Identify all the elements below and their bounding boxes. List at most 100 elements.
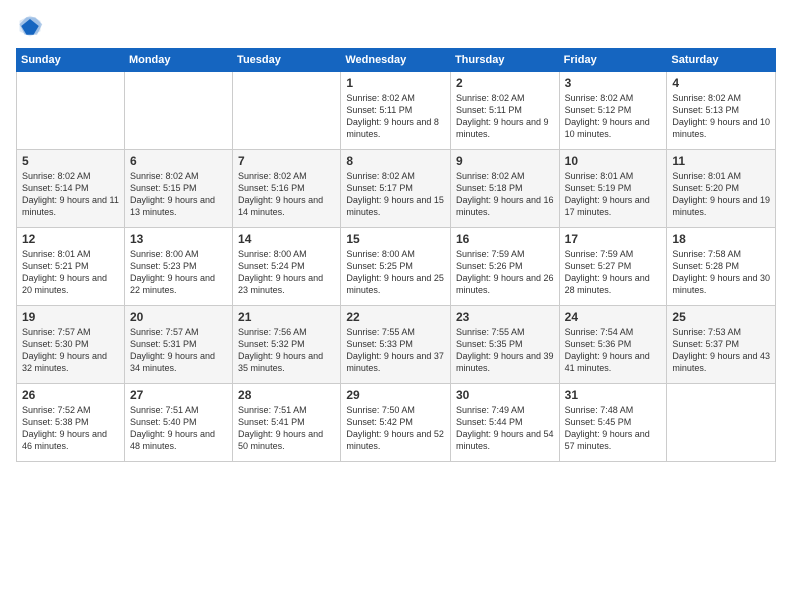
calendar-cell: 26Sunrise: 7:52 AM Sunset: 5:38 PM Dayli… <box>17 384 125 462</box>
day-content: Sunrise: 7:51 AM Sunset: 5:40 PM Dayligh… <box>130 404 227 453</box>
day-content: Sunrise: 8:02 AM Sunset: 5:12 PM Dayligh… <box>565 92 662 141</box>
week-row-3: 12 Sunrise: 8:01 AM Sunset: 5:21 PM Dayli… <box>17 228 776 306</box>
day-number: 20 <box>130 310 227 324</box>
day-number: 28 <box>238 388 335 402</box>
day-content: Sunrise: 7:49 AM Sunset: 5:44 PM Dayligh… <box>456 404 554 453</box>
day-number: 31 <box>565 388 662 402</box>
calendar-cell: 11Sunrise: 8:01 AM Sunset: 5:20 PM Dayli… <box>667 150 776 228</box>
day-number: 9 <box>456 154 554 168</box>
day-content: Sunrise: 8:00 AM Sunset: 5:24 PM Dayligh… <box>238 248 335 297</box>
calendar-cell: 31 Sunrise: 7:48 AM Sunset: 5:45 PM Dayli… <box>559 384 667 462</box>
day-content: Sunrise: 7:55 AM Sunset: 5:33 PM Dayligh… <box>346 326 445 375</box>
day-content: Sunrise: 8:02 AM Sunset: 5:17 PM Dayligh… <box>346 170 445 219</box>
day-number: 12 <box>22 232 119 246</box>
day-content: Sunrise: 7:57 AM Sunset: 5:31 PM Dayligh… <box>130 326 227 375</box>
calendar-cell: 5 Sunrise: 8:02 AM Sunset: 5:14 PM Daylig… <box>17 150 125 228</box>
week-row-5: 26Sunrise: 7:52 AM Sunset: 5:38 PM Dayli… <box>17 384 776 462</box>
day-content: Sunrise: 7:59 AM Sunset: 5:26 PM Dayligh… <box>456 248 554 297</box>
day-number: 15 <box>346 232 445 246</box>
calendar-cell: 20 Sunrise: 7:57 AM Sunset: 5:31 PM Dayli… <box>124 306 232 384</box>
calendar-cell: 7Sunrise: 8:02 AM Sunset: 5:16 PM Daylig… <box>233 150 341 228</box>
day-content: Sunrise: 7:56 AM Sunset: 5:32 PM Dayligh… <box>238 326 335 375</box>
day-content: Sunrise: 7:48 AM Sunset: 5:45 PM Dayligh… <box>565 404 662 453</box>
calendar-cell: 13 Sunrise: 8:00 AM Sunset: 5:23 PM Dayli… <box>124 228 232 306</box>
day-number: 10 <box>565 154 662 168</box>
day-number: 17 <box>565 232 662 246</box>
day-number: 26 <box>22 388 119 402</box>
day-number: 23 <box>456 310 554 324</box>
day-number: 8 <box>346 154 445 168</box>
calendar-cell: 10 Sunrise: 8:01 AM Sunset: 5:19 PM Dayli… <box>559 150 667 228</box>
calendar: SundayMondayTuesdayWednesdayThursdayFrid… <box>16 48 776 462</box>
day-number: 24 <box>565 310 662 324</box>
calendar-cell: 4Sunrise: 8:02 AM Sunset: 5:13 PM Daylig… <box>667 72 776 150</box>
calendar-cell <box>233 72 341 150</box>
header <box>16 12 776 40</box>
day-number: 2 <box>456 76 554 90</box>
calendar-cell: 28 Sunrise: 7:51 AM Sunset: 5:41 PM Dayli… <box>233 384 341 462</box>
logo-icon <box>16 12 44 40</box>
calendar-cell: 9 Sunrise: 8:02 AM Sunset: 5:18 PM Daylig… <box>450 150 559 228</box>
week-row-1: 1Sunrise: 8:02 AM Sunset: 5:11 PM Daylig… <box>17 72 776 150</box>
day-content: Sunrise: 8:02 AM Sunset: 5:11 PM Dayligh… <box>346 92 445 141</box>
day-content: Sunrise: 8:00 AM Sunset: 5:23 PM Dayligh… <box>130 248 227 297</box>
day-header-monday: Monday <box>124 49 232 72</box>
day-header-thursday: Thursday <box>450 49 559 72</box>
day-number: 19 <box>22 310 119 324</box>
day-content: Sunrise: 8:00 AM Sunset: 5:25 PM Dayligh… <box>346 248 445 297</box>
day-content: Sunrise: 8:02 AM Sunset: 5:14 PM Dayligh… <box>22 170 119 219</box>
calendar-cell <box>17 72 125 150</box>
day-header-sunday: Sunday <box>17 49 125 72</box>
week-row-4: 19Sunrise: 7:57 AM Sunset: 5:30 PM Dayli… <box>17 306 776 384</box>
calendar-cell: 21Sunrise: 7:56 AM Sunset: 5:32 PM Dayli… <box>233 306 341 384</box>
day-header-tuesday: Tuesday <box>233 49 341 72</box>
day-number: 29 <box>346 388 445 402</box>
calendar-cell: 2 Sunrise: 8:02 AM Sunset: 5:11 PM Daylig… <box>450 72 559 150</box>
day-header-friday: Friday <box>559 49 667 72</box>
calendar-cell: 15 Sunrise: 8:00 AM Sunset: 5:25 PM Dayli… <box>341 228 451 306</box>
calendar-cell: 25Sunrise: 7:53 AM Sunset: 5:37 PM Dayli… <box>667 306 776 384</box>
day-content: Sunrise: 8:02 AM Sunset: 5:18 PM Dayligh… <box>456 170 554 219</box>
day-number: 27 <box>130 388 227 402</box>
calendar-cell: 8 Sunrise: 8:02 AM Sunset: 5:17 PM Daylig… <box>341 150 451 228</box>
day-number: 5 <box>22 154 119 168</box>
logo <box>16 12 48 40</box>
day-content: Sunrise: 7:58 AM Sunset: 5:28 PM Dayligh… <box>672 248 770 297</box>
day-content: Sunrise: 8:01 AM Sunset: 5:21 PM Dayligh… <box>22 248 119 297</box>
day-number: 3 <box>565 76 662 90</box>
day-content: Sunrise: 8:02 AM Sunset: 5:11 PM Dayligh… <box>456 92 554 141</box>
day-number: 14 <box>238 232 335 246</box>
calendar-cell: 17 Sunrise: 7:59 AM Sunset: 5:27 PM Dayli… <box>559 228 667 306</box>
calendar-cell: 27 Sunrise: 7:51 AM Sunset: 5:40 PM Dayli… <box>124 384 232 462</box>
calendar-cell: 30 Sunrise: 7:49 AM Sunset: 5:44 PM Dayli… <box>450 384 559 462</box>
calendar-cell <box>667 384 776 462</box>
day-content: Sunrise: 7:51 AM Sunset: 5:41 PM Dayligh… <box>238 404 335 453</box>
calendar-cell: 19Sunrise: 7:57 AM Sunset: 5:30 PM Dayli… <box>17 306 125 384</box>
week-row-2: 5 Sunrise: 8:02 AM Sunset: 5:14 PM Daylig… <box>17 150 776 228</box>
day-content: Sunrise: 8:02 AM Sunset: 5:15 PM Dayligh… <box>130 170 227 219</box>
page: SundayMondayTuesdayWednesdayThursdayFrid… <box>0 0 792 612</box>
calendar-header-row: SundayMondayTuesdayWednesdayThursdayFrid… <box>17 49 776 72</box>
calendar-cell: 3 Sunrise: 8:02 AM Sunset: 5:12 PM Daylig… <box>559 72 667 150</box>
day-number: 16 <box>456 232 554 246</box>
calendar-cell: 23Sunrise: 7:55 AM Sunset: 5:35 PM Dayli… <box>450 306 559 384</box>
day-content: Sunrise: 7:59 AM Sunset: 5:27 PM Dayligh… <box>565 248 662 297</box>
day-content: Sunrise: 7:54 AM Sunset: 5:36 PM Dayligh… <box>565 326 662 375</box>
day-number: 13 <box>130 232 227 246</box>
day-content: Sunrise: 7:53 AM Sunset: 5:37 PM Dayligh… <box>672 326 770 375</box>
calendar-cell: 18Sunrise: 7:58 AM Sunset: 5:28 PM Dayli… <box>667 228 776 306</box>
calendar-cell: 16 Sunrise: 7:59 AM Sunset: 5:26 PM Dayli… <box>450 228 559 306</box>
day-content: Sunrise: 8:02 AM Sunset: 5:13 PM Dayligh… <box>672 92 770 141</box>
day-content: Sunrise: 7:50 AM Sunset: 5:42 PM Dayligh… <box>346 404 445 453</box>
day-content: Sunrise: 8:01 AM Sunset: 5:19 PM Dayligh… <box>565 170 662 219</box>
day-number: 11 <box>672 154 770 168</box>
calendar-cell: 24 Sunrise: 7:54 AM Sunset: 5:36 PM Dayli… <box>559 306 667 384</box>
calendar-cell: 12 Sunrise: 8:01 AM Sunset: 5:21 PM Dayli… <box>17 228 125 306</box>
calendar-cell: 29 Sunrise: 7:50 AM Sunset: 5:42 PM Dayli… <box>341 384 451 462</box>
day-content: Sunrise: 8:02 AM Sunset: 5:16 PM Dayligh… <box>238 170 335 219</box>
calendar-cell: 1Sunrise: 8:02 AM Sunset: 5:11 PM Daylig… <box>341 72 451 150</box>
day-number: 6 <box>130 154 227 168</box>
day-number: 22 <box>346 310 445 324</box>
day-number: 30 <box>456 388 554 402</box>
day-header-saturday: Saturday <box>667 49 776 72</box>
